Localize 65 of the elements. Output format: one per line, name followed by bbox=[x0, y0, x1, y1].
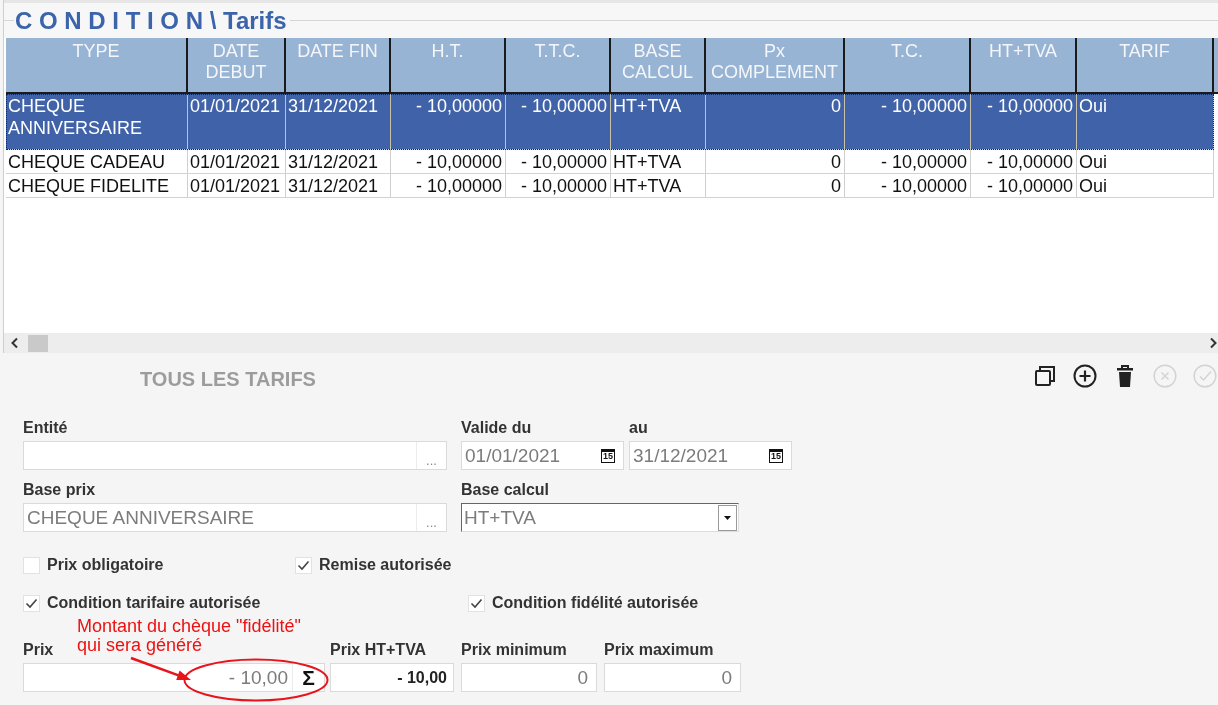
field-label: Base calcul bbox=[461, 481, 550, 499]
table-cell: 01/01/2021 bbox=[188, 94, 286, 149]
table-cell: 31/12/2021 bbox=[286, 174, 391, 197]
table-cell: - 10,00000 bbox=[506, 94, 611, 149]
field-label: Base prix bbox=[23, 481, 96, 499]
table-cell: CHEQUE CADEAU bbox=[6, 150, 188, 173]
table-row[interactable]: CHEQUE CADEAU 01/01/2021 31/12/2021 - 10,00000 - 10,00000 HT+TVA 0 - 10,00000 - 10,00000 Oui bbox=[6, 150, 1214, 174]
table-cell: Oui bbox=[1077, 94, 1214, 149]
field-label: Prix minimum bbox=[461, 641, 567, 659]
plus-circle-icon bbox=[1073, 364, 1097, 388]
field-label: Entité bbox=[23, 419, 68, 437]
duplicate-button[interactable] bbox=[1033, 364, 1057, 388]
table-cell: - 10,00000 bbox=[391, 94, 506, 149]
table-cell: HT+TVA bbox=[611, 174, 706, 197]
chevron-left-icon[interactable] bbox=[10, 337, 19, 349]
table-cell: - 10,00000 bbox=[971, 94, 1077, 149]
horizontal-scrollbar[interactable] bbox=[4, 333, 1218, 353]
table-cell: HT+TVA bbox=[611, 150, 706, 173]
field-label: au bbox=[629, 419, 648, 437]
table-cell: - 10,00000 bbox=[845, 150, 971, 173]
table-cell: Oui bbox=[1077, 150, 1214, 173]
checkbox[interactable]: Remise autorisée bbox=[295, 554, 452, 576]
panel-title: TOUS LES TARIFS bbox=[140, 367, 316, 391]
field-label: Prix HT+TVA bbox=[330, 641, 427, 659]
checkbox-tick-icon bbox=[295, 556, 312, 574]
checkbox[interactable]: Condition tarifaire autorisée bbox=[23, 592, 468, 614]
field-label: Prix maximum bbox=[604, 641, 714, 659]
input-field[interactable]: ... bbox=[23, 441, 447, 470]
table-cell: - 10,00000 bbox=[506, 150, 611, 173]
annotation-note: Montant du chèque "fidélité" qui sera généré bbox=[77, 617, 301, 655]
table-cell: Oui bbox=[1077, 174, 1214, 197]
table-cell: - 10,00000 bbox=[971, 150, 1077, 173]
table-cell: 0 bbox=[706, 174, 845, 197]
table-cell: CHEQUE ANNIVERSAIRE bbox=[6, 94, 188, 149]
table-cell: - 10,00000 bbox=[391, 174, 506, 197]
table-cell: 31/12/2021 bbox=[286, 150, 391, 173]
table-cell: - 10,00000 bbox=[845, 174, 971, 197]
checkbox-tick-icon bbox=[468, 594, 485, 612]
table-cell: 0 bbox=[706, 150, 845, 173]
section-title: C O N D I T I O N \ Tarifs bbox=[14, 6, 288, 35]
table-cell: - 10,00000 bbox=[391, 150, 506, 173]
table-cell: CHEQUE FIDELITE bbox=[6, 174, 188, 197]
checkbox-empty-icon bbox=[23, 556, 40, 574]
field-label: Valide du bbox=[461, 419, 532, 437]
copy-icon bbox=[1033, 364, 1057, 388]
input-field[interactable]: - 10,00 bbox=[330, 663, 454, 692]
checkbox[interactable]: Condition fidélité autorisée bbox=[468, 592, 699, 614]
checkbox[interactable]: Prix obligatoire bbox=[23, 554, 295, 576]
table-cell: 01/01/2021 bbox=[188, 174, 286, 197]
check-circle-icon bbox=[1193, 364, 1217, 388]
table-cell: - 10,00000 bbox=[506, 174, 611, 197]
checkbox-tick-icon bbox=[23, 594, 40, 612]
table-cell: HT+TVA bbox=[611, 94, 706, 149]
table-cell: 01/01/2021 bbox=[188, 150, 286, 173]
chevron-right-icon[interactable] bbox=[1209, 337, 1218, 349]
table-cell: 0 bbox=[706, 94, 845, 149]
table-cell: - 10,00000 bbox=[845, 94, 971, 149]
table-cell: - 10,00000 bbox=[971, 174, 1077, 197]
scrollbar-thumb[interactable] bbox=[28, 334, 48, 352]
x-circle-icon bbox=[1153, 364, 1177, 388]
add-button[interactable] bbox=[1073, 364, 1097, 388]
table-row[interactable]: CHEQUE FIDELITE 01/01/2021 31/12/2021 - 10,00000 - 10,00000 HT+TVA 0 - 10,00000 - 10,00000 Oui bbox=[6, 174, 1214, 198]
table-cell: 31/12/2021 bbox=[286, 94, 391, 149]
field-label: Prix bbox=[23, 641, 54, 659]
table-row[interactable]: CHEQUE ANNIVERSAIRE 01/01/2021 31/12/2021 - 10,00000 - 10,00000 HT+TVA 0 - 10,00000 - 10,00000 Oui bbox=[6, 94, 1214, 150]
